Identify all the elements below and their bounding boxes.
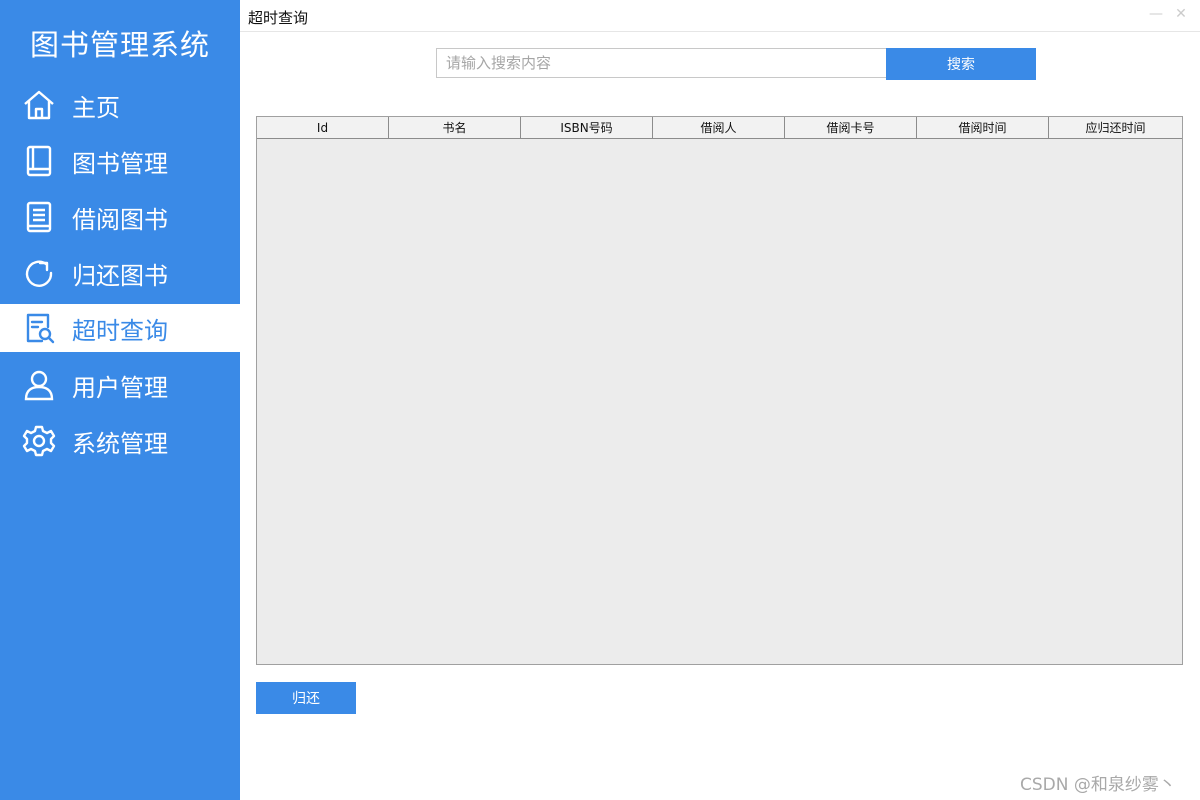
user-icon [22,368,56,402]
gear-icon [22,424,56,458]
search-doc-icon [22,311,56,345]
column-header-book-title[interactable]: 书名 [389,117,521,139]
table-header: Id 书名 ISBN号码 借阅人 借阅卡号 借阅时间 应归还时间 [257,117,1182,139]
column-header-borrow-time[interactable]: 借阅时间 [917,117,1049,139]
sidebar-item-return-books[interactable]: 归还图书 [0,249,240,297]
sidebar-item-label: 系统管理 [72,429,168,458]
book-lines-icon [22,200,56,234]
sidebar-item-overdue-query[interactable]: 超时查询 [0,304,240,352]
title-divider [240,31,1200,32]
book-icon [22,144,56,178]
column-header-borrower[interactable]: 借阅人 [653,117,785,139]
minimize-icon[interactable]: — [1146,4,1166,24]
app-title: 图书管理系统 [29,28,210,62]
close-icon[interactable]: ✕ [1171,4,1191,24]
sidebar-item-book-management[interactable]: 图书管理 [0,137,240,185]
sidebar-item-system-management[interactable]: 系统管理 [0,417,240,465]
sidebar-item-borrow-books[interactable]: 借阅图书 [0,193,240,241]
search-button[interactable]: 搜索 [886,48,1036,80]
main-panel: 超时查询 — ✕ 搜索 Id 书名 ISBN号码 借阅人 借阅卡号 借阅时间 应… [240,0,1200,800]
overdue-table[interactable]: Id 书名 ISBN号码 借阅人 借阅卡号 借阅时间 应归还时间 [256,116,1183,665]
sidebar-item-label: 借阅图书 [72,205,168,234]
return-button[interactable]: 归还 [256,682,356,714]
watermark: CSDN @和泉纱雾丶 [1020,775,1176,795]
column-header-card-number[interactable]: 借阅卡号 [785,117,917,139]
column-header-due-time[interactable]: 应归还时间 [1049,117,1182,139]
return-arrow-icon [22,256,56,290]
sidebar-item-label: 超时查询 [72,316,168,345]
column-header-id[interactable]: Id [257,117,389,139]
sidebar-item-home[interactable]: 主页 [0,81,240,129]
sidebar-item-label: 用户管理 [72,373,168,402]
window-title: 超时查询 [248,9,309,27]
sidebar-item-label: 主页 [72,93,120,122]
sidebar-item-label: 归还图书 [72,261,168,290]
sidebar-item-label: 图书管理 [72,149,168,178]
sidebar: 图书管理系统 主页 图书管理 借阅图书 归还图书 超时查询 用户管理 系统管理 [0,0,240,800]
search-input[interactable] [436,48,892,78]
sidebar-item-user-management[interactable]: 用户管理 [0,361,240,409]
home-icon [22,88,56,122]
column-header-isbn[interactable]: ISBN号码 [521,117,653,139]
